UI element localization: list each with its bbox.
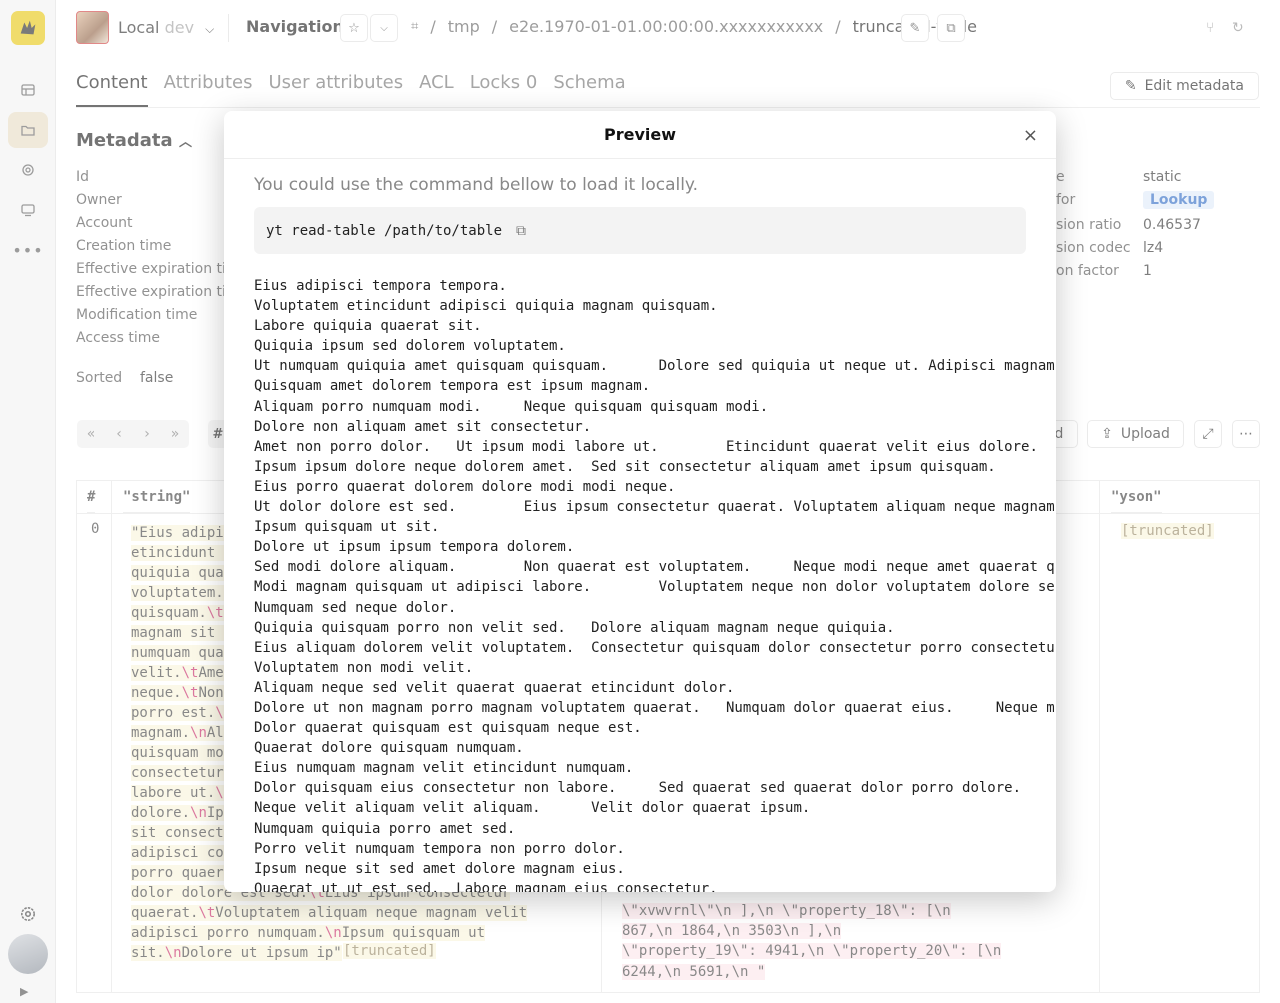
copy-icon[interactable]: ⧉ bbox=[516, 223, 526, 239]
preview-line: Ut numquam quiquia amet quisquam quisqua… bbox=[254, 358, 1055, 375]
close-icon[interactable]: × bbox=[1023, 125, 1038, 146]
preview-line: Modi magnam quisquam ut adipisci labore.… bbox=[254, 579, 1055, 596]
preview-line: Labore quiquia quaerat sit. bbox=[254, 318, 482, 335]
preview-line: Quaerat ut ut est sed. Labore magnam eiu… bbox=[254, 880, 718, 892]
preview-line: Ipsum ipsum dolore neque dolorem amet. S… bbox=[254, 458, 996, 475]
preview-line: Porro velit numquam tempora non porro do… bbox=[254, 840, 625, 857]
preview-line: Ipsum quisquam ut sit. bbox=[254, 519, 440, 536]
preview-line: Aliquam porro numquam modi. Neque quisqu… bbox=[254, 398, 769, 415]
preview-line: Quiquia ipsum sed dolorem voluptatem. bbox=[254, 338, 566, 355]
preview-line: Eius numquam magnam velit etincidunt num… bbox=[254, 760, 634, 777]
preview-line: Ut dolor dolore est sed. Eius ipsum cons… bbox=[254, 499, 1055, 516]
dialog-hint: You could use the command bellow to load… bbox=[254, 175, 698, 195]
command-text: yt read-table /path/to/table bbox=[266, 222, 503, 239]
preview-line: Dolore ut non magnam porro magnam volupt… bbox=[254, 699, 1055, 716]
preview-line: Aliquam neque sed velit quaerat quaerat … bbox=[254, 679, 735, 696]
preview-line: Dolore non aliquam amet sit consectetur. bbox=[254, 418, 592, 435]
preview-line: Sed modi dolore aliquam. Non quaerat est… bbox=[254, 559, 1055, 576]
preview-line: Eius adipisci tempora tempora. bbox=[254, 278, 507, 294]
dialog-title: Preview bbox=[603, 125, 676, 144]
preview-line: Quisquam amet dolorem tempora est ipsum … bbox=[254, 378, 651, 395]
preview-line: Dolor quaerat quisquam est quisquam nequ… bbox=[254, 720, 642, 737]
preview-line: Amet non porro dolor. Ut ipsum modi labo… bbox=[254, 438, 1038, 455]
preview-line: Dolore ut ipsum ipsum tempora dolorem. bbox=[254, 539, 575, 556]
preview-content: Eius adipisci tempora tempora. Voluptatem… bbox=[254, 276, 1056, 892]
preview-line: Quiquia quisquam porro non velit sed. Do… bbox=[254, 619, 895, 636]
preview-line: Eius porro quaerat dolorem dolore modi m… bbox=[254, 478, 676, 495]
command-box: yt read-table /path/to/table ⧉ bbox=[254, 207, 1026, 254]
preview-dialog: Preview × You could use the command bell… bbox=[224, 111, 1056, 892]
preview-line: Eius aliquam dolorem velit voluptatem. C… bbox=[254, 639, 1055, 656]
preview-line: Numquam quiquia porro amet sed. bbox=[254, 820, 516, 837]
preview-line: Neque velit aliquam velit aliquam. Velit… bbox=[254, 800, 811, 817]
preview-line: Dolor quisquam eius consectetur non labo… bbox=[254, 780, 1022, 797]
dialog-header: Preview bbox=[224, 111, 1056, 159]
preview-line: Ipsum neque sit sed amet dolore magnam e… bbox=[254, 860, 625, 877]
preview-line: Voluptatem etincidunt adipisci quiquia m… bbox=[254, 298, 718, 315]
preview-line: Quaerat dolore quisquam numquam. bbox=[254, 740, 524, 757]
preview-line: Voluptatem non modi velit. bbox=[254, 659, 474, 676]
preview-line: Numquam sed neque dolor. bbox=[254, 599, 457, 616]
